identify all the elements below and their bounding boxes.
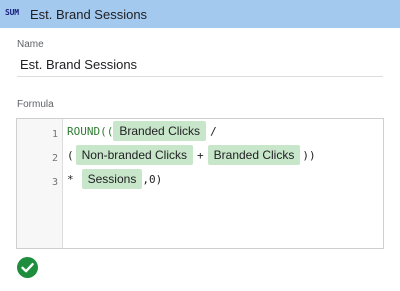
operator-token: * [67,172,74,186]
dialog-header: SUM Est. Brand Sessions [0,0,400,28]
field-chip-branded-clicks[interactable]: Branded Clicks [207,145,301,165]
name-input[interactable] [17,52,383,77]
paren-token: ( [67,148,74,162]
formula-line-1[interactable]: ROUND(( Branded Clicks / [67,120,221,142]
formula-line-2[interactable]: ( Non-branded Clicks + Branded Clicks )) [67,144,316,166]
field-chip-non-branded-clicks[interactable]: Non-branded Clicks [75,145,194,165]
paren-token: )) [302,148,316,162]
field-chip-branded-clicks[interactable]: Branded Clicks [113,121,207,141]
function-token: ROUND(( [67,124,114,138]
field-chip-sessions[interactable]: Sessions [81,169,143,189]
formula-label: Formula [17,99,54,110]
formula-editor[interactable]: 1 2 3 ROUND(( Branded Clicks / ( Non-bra… [16,118,384,249]
line-number: 2 [51,153,58,164]
name-label: Name [17,39,44,50]
line-number-gutter: 1 2 3 [17,119,63,248]
aggregation-badge: SUM [5,8,19,17]
suffix-token: ,0) [142,172,163,186]
header-title: Est. Brand Sessions [30,7,148,22]
operator-token: + [197,148,204,162]
check-circle-icon [17,257,38,278]
operator-token: / [210,124,217,138]
formula-line-3[interactable]: * Sessions ,0) [67,168,162,190]
line-number: 1 [51,129,58,140]
line-number: 3 [51,177,58,188]
